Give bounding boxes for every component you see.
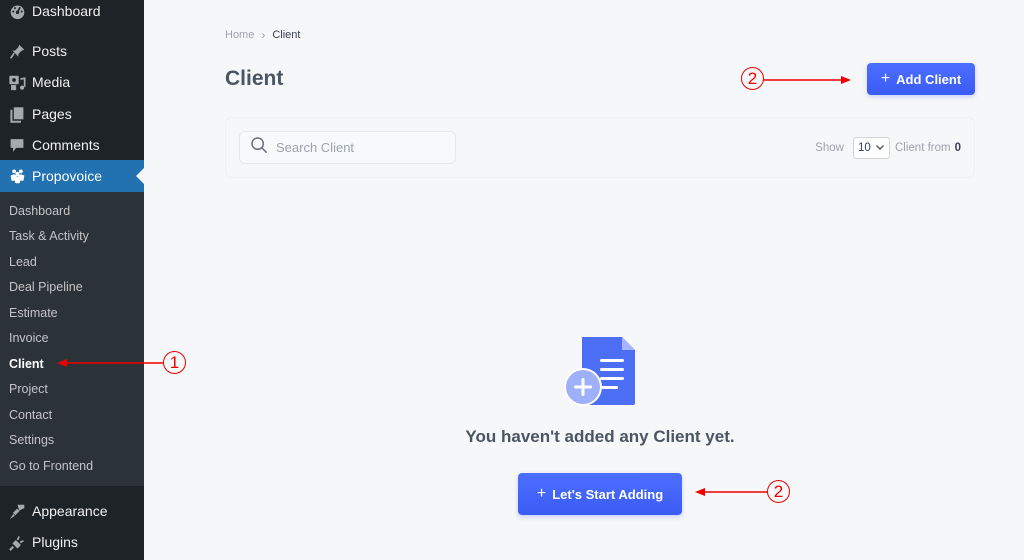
media-icon <box>7 72 27 92</box>
submenu-item-go-to-frontend[interactable]: Go to Frontend <box>0 453 144 479</box>
menu-item-media[interactable]: Media <box>0 66 144 98</box>
submenu-item-estimate[interactable]: Estimate <box>0 300 144 326</box>
submenu-item-invoice[interactable]: Invoice <box>0 326 144 352</box>
per-page-select[interactable]: 10 <box>852 137 890 159</box>
page-title: Client <box>225 67 284 90</box>
annotation-marker-3: 2 <box>767 480 790 503</box>
dashboard-icon <box>7 1 27 21</box>
submenu-item-deal-pipeline[interactable]: Deal Pipeline <box>0 275 144 301</box>
show-label: Show <box>815 142 844 154</box>
submenu-item-dashboard[interactable]: Dashboard <box>0 198 144 224</box>
chevron-down-icon <box>875 142 885 155</box>
menu-item-pages[interactable]: Pages <box>0 98 144 130</box>
add-client-button[interactable]: + Add Client <box>867 63 975 95</box>
empty-state-message: You haven't added any Client yet. <box>465 427 735 446</box>
start-adding-label: Let's Start Adding <box>552 486 664 502</box>
annotation-arrow-3 <box>695 488 768 496</box>
menu-item-posts[interactable]: Posts <box>0 35 144 67</box>
per-page-value: 10 <box>857 142 871 154</box>
plus-icon: + <box>880 70 891 87</box>
plus-icon: + <box>536 485 547 502</box>
menu-label: Dashboard <box>32 3 101 19</box>
menu-item-appearance[interactable]: Appearance <box>0 495 144 527</box>
breadcrumb-current: Client <box>272 29 301 41</box>
menu-item-propovoice[interactable]: Propovoice <box>0 160 144 192</box>
comment-icon <box>7 135 27 155</box>
menu-label: Comments <box>32 137 100 153</box>
annotation-marker-2: 2 <box>741 67 764 90</box>
client-count: 0 <box>954 142 961 154</box>
submenu-item-contact[interactable]: Contact <box>0 402 144 428</box>
menu-label: Propovoice <box>32 168 103 184</box>
menu-item-plugins[interactable]: Plugins <box>0 526 144 558</box>
menu-label: Media <box>32 74 71 90</box>
menu-label: Appearance <box>32 503 108 519</box>
submenu-item-settings[interactable]: Settings <box>0 428 144 454</box>
start-adding-button[interactable]: + Let's Start Adding <box>518 473 682 515</box>
users-icon <box>7 166 27 186</box>
from-label: Client from <box>894 142 951 154</box>
search-input[interactable] <box>276 140 436 155</box>
search-icon <box>250 136 276 159</box>
add-document-icon <box>562 335 638 412</box>
submenu-item-lead[interactable]: Lead <box>0 249 144 275</box>
menu-label: Plugins <box>32 534 78 550</box>
pin-icon <box>7 41 27 61</box>
brush-icon <box>7 501 27 521</box>
pages-icon <box>7 104 27 124</box>
submenu-item-project[interactable]: Project <box>0 377 144 403</box>
filter-bar: Show 10 Client from 0 <box>225 117 975 178</box>
menu-item-comments[interactable]: Comments <box>0 129 144 161</box>
menu-label: Pages <box>32 106 72 122</box>
chevron-right-icon: › <box>261 28 266 42</box>
annotation-marker-1: 1 <box>163 351 186 374</box>
pagination-info: Show 10 Client from 0 <box>815 137 961 159</box>
admin-sidebar: Dashboard Posts Media Pages Comments Pro… <box>0 0 144 560</box>
add-client-label: Add Client <box>896 71 962 87</box>
annotation-arrow-2 <box>763 76 851 84</box>
breadcrumb: Home › Client <box>225 28 300 42</box>
active-indicator <box>136 168 144 184</box>
breadcrumb-home[interactable]: Home <box>225 29 254 41</box>
submenu-item-client[interactable]: Client <box>0 351 144 377</box>
propovoice-submenu: Dashboard Task & Activity Lead Deal Pipe… <box>0 192 144 486</box>
plugin-icon <box>7 532 27 552</box>
menu-label: Posts <box>32 43 68 59</box>
menu-item-dashboard[interactable]: Dashboard <box>0 0 144 27</box>
search-box[interactable] <box>239 131 456 164</box>
submenu-item-task-activity[interactable]: Task & Activity <box>0 224 144 250</box>
